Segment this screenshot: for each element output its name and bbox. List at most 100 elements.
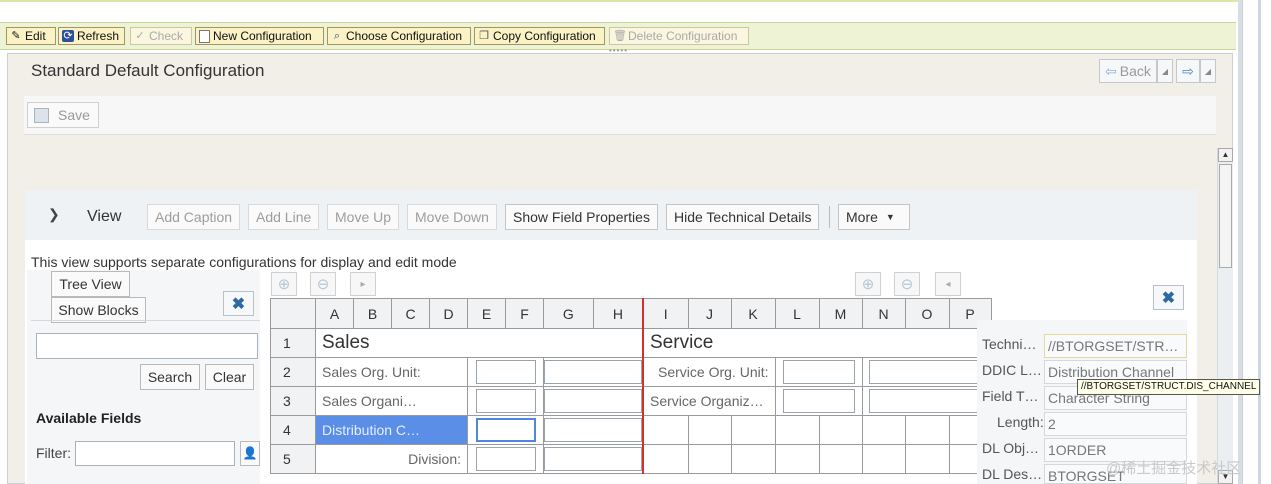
field-cell[interactable]	[467, 357, 544, 387]
copy-configuration-button[interactable]: ❐ Copy Configuration	[474, 27, 605, 45]
field-label-selected[interactable]: Distribution C…	[315, 415, 468, 445]
field-cell[interactable]	[467, 415, 544, 445]
empty-cell[interactable]	[687, 415, 732, 445]
section-caption-service[interactable]: Service	[642, 328, 992, 358]
empty-cell[interactable]	[642, 444, 689, 474]
edit-button[interactable]: ✎ Edit	[6, 27, 56, 45]
empty-cell[interactable]	[730, 415, 776, 445]
field-cell[interactable]	[861, 386, 992, 416]
field-cell[interactable]	[543, 444, 644, 474]
add-caption-button[interactable]: Add Caption	[147, 204, 241, 230]
add-line-button[interactable]: Add Line	[248, 204, 320, 230]
row-number[interactable]: 4	[270, 415, 316, 445]
section-caption-sales[interactable]: Sales	[315, 328, 644, 358]
move-down-button[interactable]: Move Down	[407, 204, 497, 230]
new-configuration-button[interactable]: New Configuration	[195, 27, 324, 45]
back-button[interactable]: ⇦ Back	[1099, 59, 1157, 83]
field-cell[interactable]	[467, 444, 544, 474]
zoom-out-right-icon[interactable]: ⊖	[894, 272, 920, 296]
empty-cell[interactable]	[687, 444, 732, 474]
field-input[interactable]	[475, 447, 536, 471]
field-cell[interactable]	[774, 386, 863, 416]
empty-cell[interactable]	[861, 444, 906, 474]
column-header[interactable]: N	[861, 298, 906, 329]
field-cell[interactable]	[543, 357, 644, 387]
collapse-chevron-icon[interactable]: ❯	[48, 206, 60, 223]
column-header[interactable]: G	[543, 298, 594, 329]
check-button[interactable]: ✓ Check	[130, 27, 192, 45]
column-header[interactable]: B	[353, 298, 392, 329]
column-header[interactable]: J	[687, 298, 732, 329]
empty-cell[interactable]	[904, 415, 950, 445]
hide-technical-details-button[interactable]: Hide Technical Details	[666, 204, 820, 230]
field-input[interactable]	[782, 389, 855, 413]
field-input[interactable]	[475, 389, 536, 413]
column-header[interactable]: L	[774, 298, 820, 329]
forward-dropdown-icon[interactable]: ◢	[1200, 59, 1216, 83]
user-filter-icon[interactable]: 👤	[240, 441, 260, 466]
empty-cell[interactable]	[642, 415, 689, 445]
field-cell[interactable]	[543, 415, 644, 445]
field-label[interactable]: Division:	[315, 444, 468, 474]
row-number[interactable]: 5	[270, 444, 316, 474]
column-header[interactable]: D	[429, 298, 468, 329]
refresh-button[interactable]: ⟳ Refresh	[58, 27, 125, 45]
empty-cell[interactable]	[774, 444, 820, 474]
column-header[interactable]: I	[642, 298, 689, 329]
empty-cell[interactable]	[861, 415, 906, 445]
field-input[interactable]	[868, 389, 985, 413]
field-input[interactable]	[544, 389, 642, 413]
delete-configuration-button[interactable]: 🗑 Delete Configuration	[609, 27, 749, 45]
forward-arrow-icon[interactable]: ⇨	[1176, 59, 1200, 83]
field-input-selected[interactable]	[475, 418, 536, 442]
empty-cell[interactable]	[818, 444, 863, 474]
row-number[interactable]: 2	[270, 357, 316, 387]
more-button[interactable]: More ▼	[838, 204, 910, 230]
field-cell[interactable]	[774, 357, 863, 387]
clear-button[interactable]: Clear	[205, 364, 254, 390]
field-label[interactable]: Service Org. Unit:	[642, 357, 776, 387]
column-header[interactable]: F	[505, 298, 544, 329]
expand-right-icon[interactable]: ▸	[350, 272, 376, 296]
choose-configuration-button[interactable]: ⌕ Choose Configuration	[327, 27, 471, 45]
save-button[interactable]: Save	[27, 102, 99, 128]
empty-cell[interactable]	[774, 415, 820, 445]
column-header[interactable]: M	[818, 298, 863, 329]
field-label[interactable]: Sales Org. Unit:	[315, 357, 468, 387]
zoom-in-left-icon[interactable]: ⊕	[271, 272, 297, 296]
search-input[interactable]	[36, 333, 258, 359]
column-header[interactable]: K	[730, 298, 776, 329]
column-header[interactable]: A	[315, 298, 354, 329]
move-up-button[interactable]: Move Up	[327, 204, 400, 230]
field-input[interactable]	[544, 447, 642, 471]
zoom-out-left-icon[interactable]: ⊖	[310, 272, 336, 296]
empty-cell[interactable]	[904, 444, 950, 474]
expand-left-icon[interactable]: ◂	[935, 272, 961, 296]
column-header[interactable]: O	[904, 298, 950, 329]
field-input[interactable]	[475, 360, 536, 384]
field-label[interactable]: Service Organiz…	[642, 386, 776, 416]
tree-view-button[interactable]: Tree View	[51, 271, 130, 297]
field-input[interactable]	[544, 418, 642, 442]
field-input[interactable]	[544, 360, 642, 384]
scroll-thumb[interactable]	[1219, 164, 1232, 268]
show-field-properties-button[interactable]: Show Field Properties	[505, 204, 658, 230]
close-properties-icon[interactable]: ✖	[1153, 285, 1184, 310]
zoom-in-right-icon[interactable]: ⊕	[855, 272, 881, 296]
field-input[interactable]	[868, 360, 985, 384]
field-cell[interactable]	[861, 357, 992, 387]
field-input[interactable]	[782, 360, 855, 384]
back-dropdown-icon[interactable]: ◢	[1157, 59, 1173, 83]
row-number[interactable]: 3	[270, 386, 316, 416]
close-left-panel-icon[interactable]: ✖	[223, 291, 254, 316]
scroll-up-icon[interactable]: ▲	[1218, 148, 1233, 162]
field-label[interactable]: Sales Organi…	[315, 386, 468, 416]
field-cell[interactable]	[467, 386, 544, 416]
vertical-scrollbar[interactable]: ▲ ▼	[1217, 148, 1233, 484]
column-header[interactable]: E	[467, 298, 506, 329]
empty-cell[interactable]	[818, 415, 863, 445]
column-header[interactable]: H	[592, 298, 644, 329]
row-number[interactable]: 1	[270, 328, 316, 358]
column-header[interactable]: C	[391, 298, 430, 329]
empty-cell[interactable]	[730, 444, 776, 474]
